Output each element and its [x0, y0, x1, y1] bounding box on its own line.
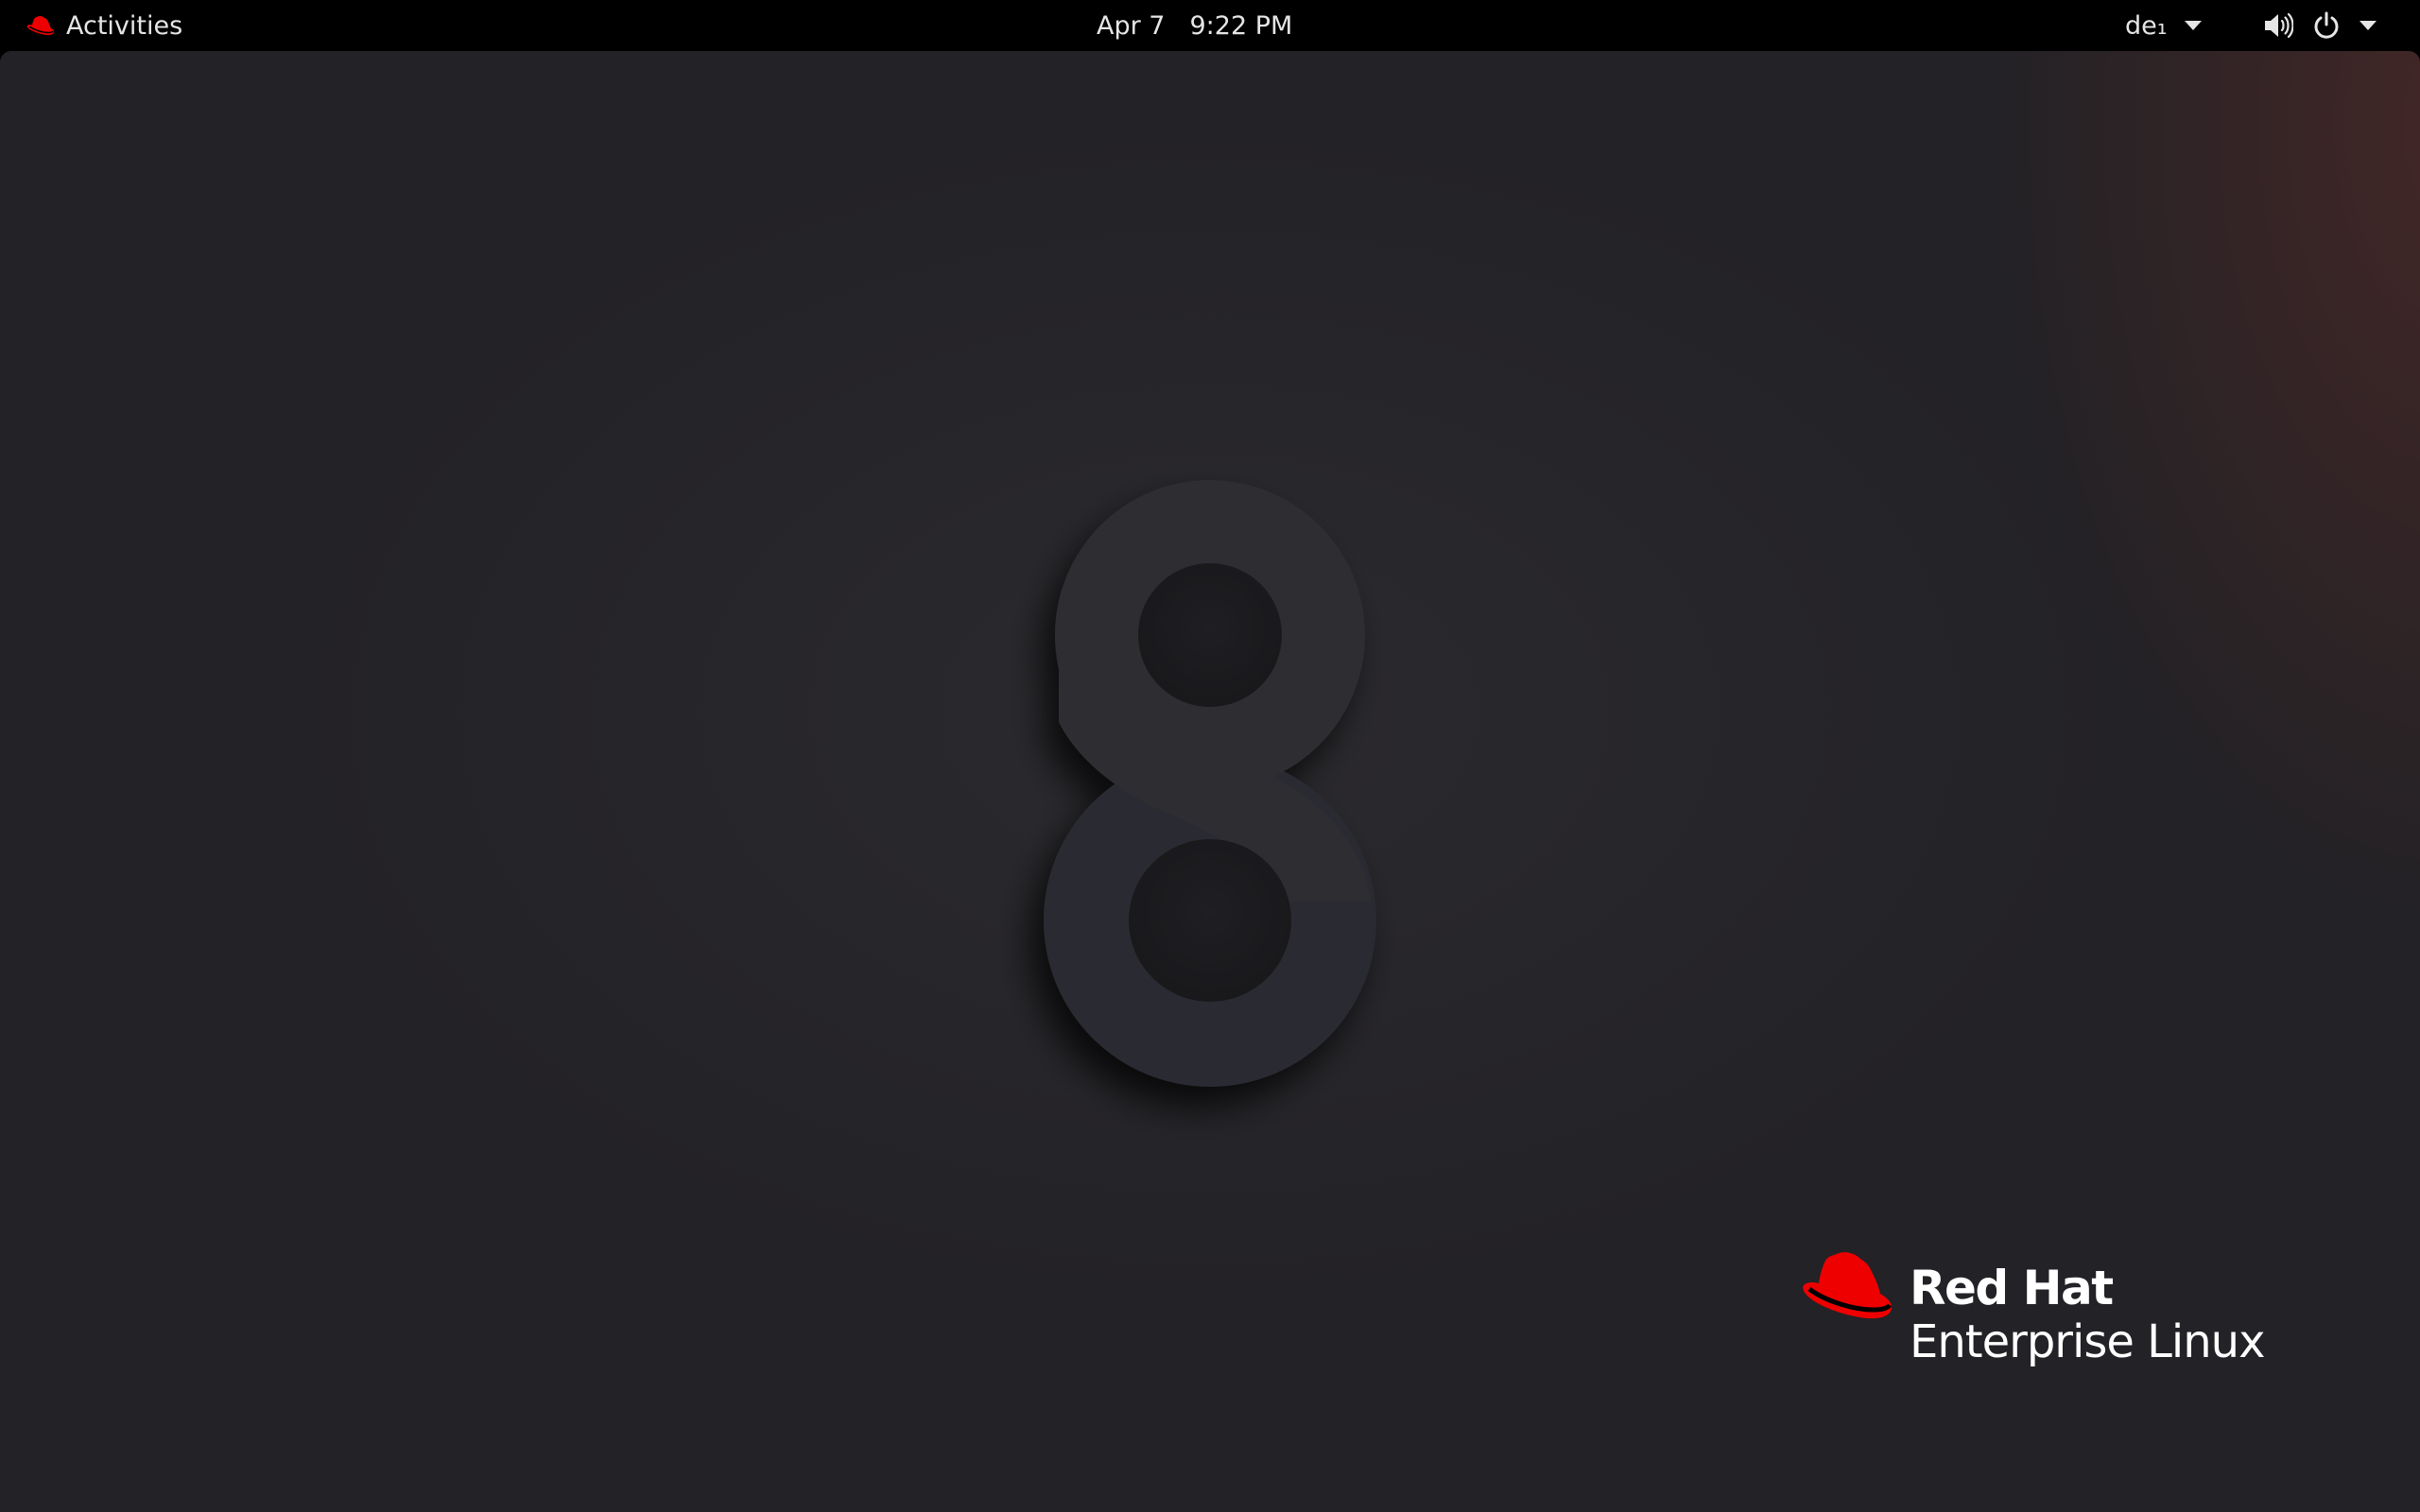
keyboard-layout-label: de₁ — [2125, 10, 2168, 41]
redhat-hat-icon — [26, 15, 55, 36]
logo-text-redhat: Red Hat — [1910, 1261, 2114, 1315]
activities-label: Activities — [66, 10, 183, 41]
chevron-down-icon — [2184, 21, 2202, 30]
wallpaper-numeral-eight — [974, 410, 1446, 1147]
top-bar: Activities Apr 7 9:22 PM de₁ — [0, 0, 2420, 51]
clock-button[interactable]: Apr 7 9:22 PM — [1097, 0, 1292, 51]
clock-time: 9:22 PM — [1189, 10, 1293, 41]
logo-text-enterprise-linux: Enterprise Linux — [1910, 1315, 2265, 1368]
desktop-wallpaper: Red Hat Enterprise Linux — [0, 51, 2420, 1512]
clock-date: Apr 7 — [1097, 10, 1166, 41]
keyboard-layout-menu[interactable]: de₁ — [2125, 0, 2202, 51]
chevron-down-icon — [2360, 21, 2377, 30]
redhat-enterprise-linux-logo: Red Hat Enterprise Linux — [1802, 1251, 2293, 1431]
system-menu-button[interactable] — [2263, 0, 2377, 51]
activities-button[interactable]: Activities — [19, 0, 190, 51]
power-icon — [2312, 11, 2341, 40]
screen: Activities Apr 7 9:22 PM de₁ Red Hat Ent… — [0, 0, 2420, 1512]
speaker-volume-icon — [2263, 11, 2293, 40]
redhat-hat-icon — [1802, 1251, 1894, 1327]
